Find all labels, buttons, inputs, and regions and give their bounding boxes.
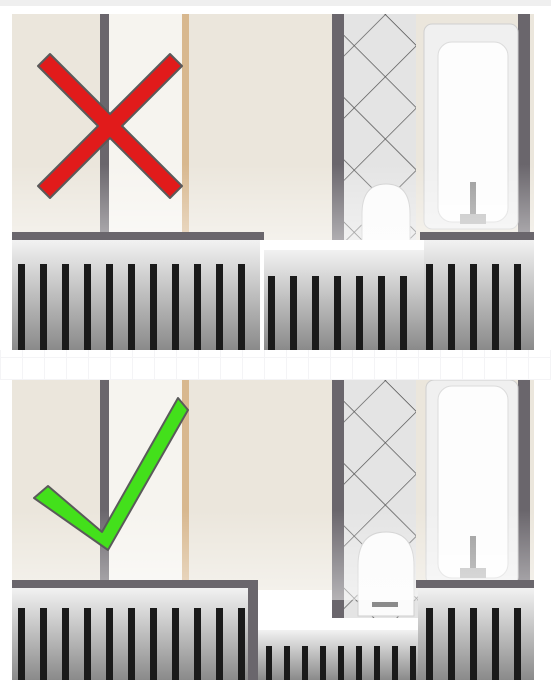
floor-beam-left [12, 232, 252, 240]
floor-beam-left [12, 580, 256, 588]
floor-beam-right [416, 580, 534, 588]
joist-bar [410, 646, 416, 680]
joist-bar [128, 264, 135, 350]
joist-bar [356, 276, 363, 350]
joist-bar [514, 608, 521, 680]
joist-bar [400, 276, 407, 350]
divider [0, 350, 551, 380]
bathroom-scene-incorrect [12, 14, 534, 350]
joist-bar [302, 646, 308, 680]
joist-bar [18, 264, 25, 350]
joist-bar [284, 646, 290, 680]
joist-bar [426, 608, 433, 680]
floor-beam-right [420, 232, 534, 240]
joist-bar [194, 264, 201, 350]
joist-bar [150, 608, 157, 680]
joist-bar [426, 264, 433, 350]
joist-bar [62, 264, 69, 350]
joist-bar [290, 276, 297, 350]
joist-bar [150, 264, 157, 350]
joist-bar [62, 608, 69, 680]
joist-bar [268, 276, 275, 350]
joist-bar [320, 646, 326, 680]
joist-bar [378, 276, 385, 350]
joist-bar [492, 264, 499, 350]
joist-bar [514, 264, 521, 350]
joist-bar [392, 646, 398, 680]
joist-bar [470, 608, 477, 680]
joist-bar [128, 608, 135, 680]
joist-bar [106, 608, 113, 680]
panel-correct [12, 380, 534, 680]
joist-bar [470, 264, 477, 350]
joist-bar [492, 608, 499, 680]
joist-bar [194, 608, 201, 680]
joist-bar [448, 264, 455, 350]
joist-bar [374, 646, 380, 680]
joist-bar [448, 608, 455, 680]
joist-bar [266, 646, 272, 680]
top-strip [0, 0, 551, 6]
joist-bar [172, 608, 179, 680]
bathroom-scene-correct [12, 380, 534, 680]
joist-bar [18, 608, 25, 680]
joist-bar [106, 264, 113, 350]
panel-incorrect [12, 14, 534, 350]
joist-bar [334, 276, 341, 350]
joist-bar [238, 608, 245, 680]
joist-bar [338, 646, 344, 680]
joist-bar [356, 646, 362, 680]
joist-bar [172, 264, 179, 350]
joist-bar [84, 608, 91, 680]
joist-bar [40, 264, 47, 350]
joist-bar [216, 608, 223, 680]
joist-bar [312, 276, 319, 350]
joist-bar [84, 264, 91, 350]
joist-bar [40, 608, 47, 680]
joist-bar [238, 264, 245, 350]
joist-bar [216, 264, 223, 350]
